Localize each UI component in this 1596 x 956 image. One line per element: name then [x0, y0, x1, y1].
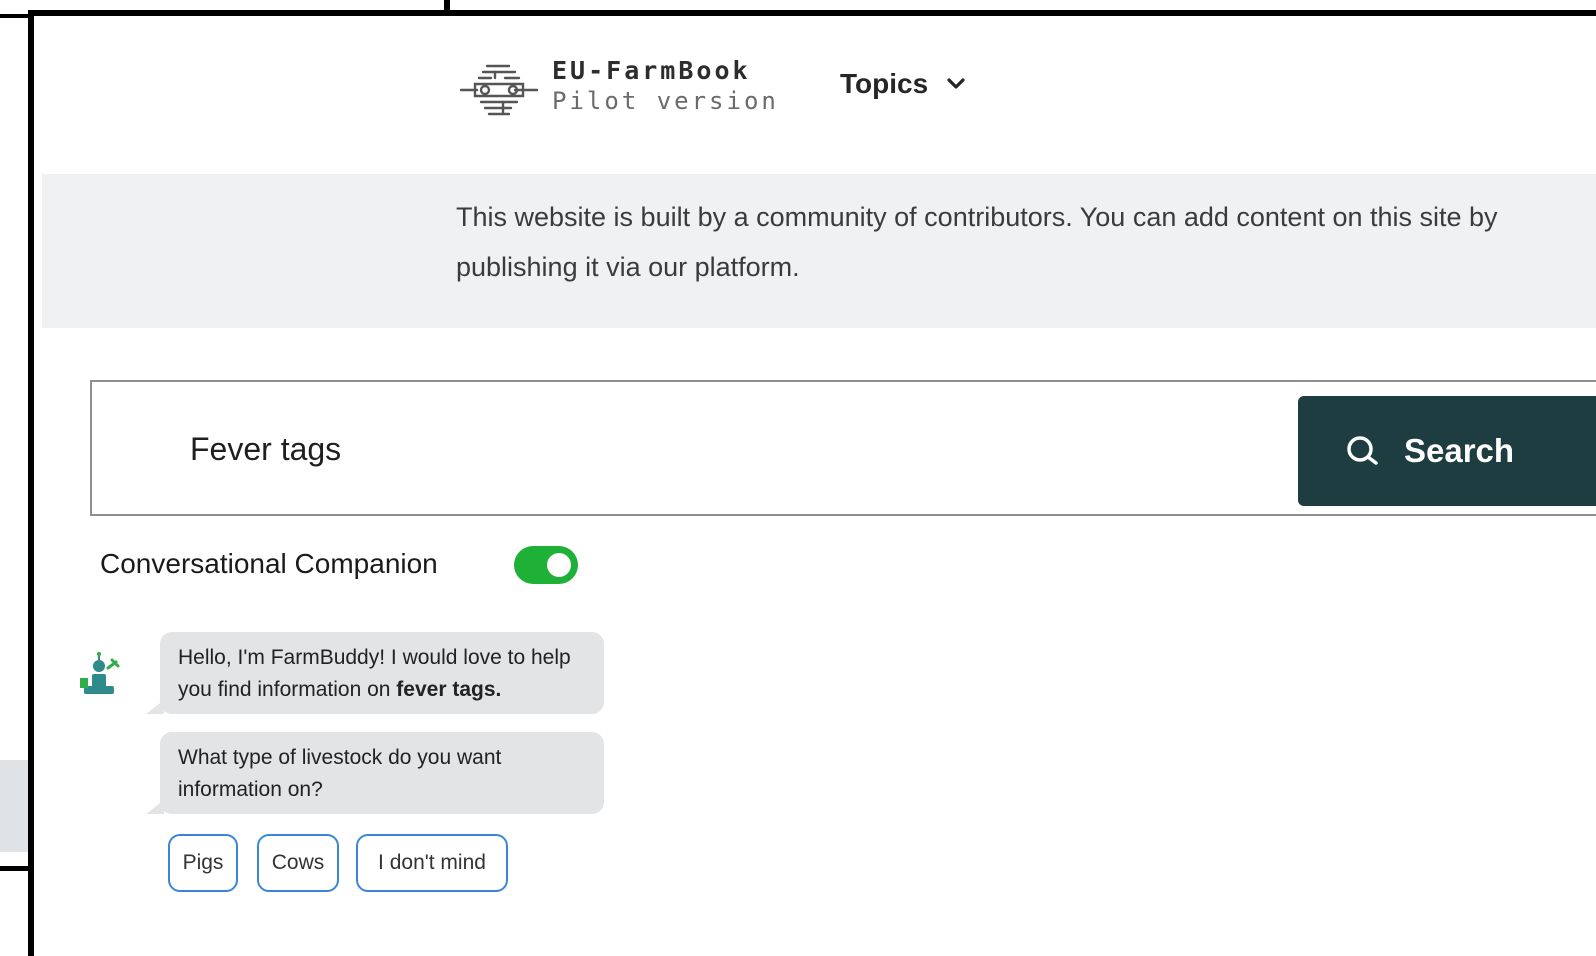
tractor-network-icon[interactable] — [459, 60, 539, 120]
search-input[interactable] — [188, 412, 1192, 486]
browser-window: EU-FarmBook Pilot version Topics This we… — [28, 10, 1596, 956]
option-dont-mind[interactable]: I don't mind — [356, 834, 508, 892]
companion-label: Conversational Companion — [100, 548, 438, 579]
option-cows[interactable]: Cows — [257, 834, 339, 892]
greeting-topic: fever tags. — [396, 678, 502, 701]
search-icon — [1347, 436, 1378, 465]
brand-subtitle: Pilot version — [552, 87, 779, 115]
bot-message-question: What type of livestock do you want infor… — [146, 732, 604, 814]
brand-name: EU-FarmBook — [552, 56, 751, 85]
chevron-down-icon — [947, 78, 965, 89]
topics-label: Topics — [840, 68, 929, 99]
option-pigs[interactable]: Pigs — [168, 834, 238, 892]
bubble-tail — [146, 700, 164, 714]
companion-toggle[interactable] — [514, 546, 578, 584]
greeting-text: Hello, I'm FarmBuddy! I would love to he… — [178, 646, 571, 701]
toggle-knob — [547, 553, 571, 577]
banner-text: This website is built by a community of … — [456, 202, 1498, 282]
farmbuddy-avatar-icon — [80, 652, 120, 694]
site-header: EU-FarmBook Pilot version Topics — [34, 16, 1596, 174]
contributors-banner: This website is built by a community of … — [42, 174, 1596, 328]
bot-message-greeting: Hello, I'm FarmBuddy! I would love to he… — [146, 632, 604, 714]
search-button[interactable]: Search — [1298, 396, 1596, 506]
question-text: What type of livestock do you want infor… — [178, 746, 502, 801]
brand[interactable]: EU-FarmBook Pilot version — [552, 56, 779, 116]
search-button-label: Search — [1404, 432, 1515, 469]
bubble-tail — [146, 800, 164, 814]
topics-menu[interactable]: Topics — [840, 68, 966, 100]
